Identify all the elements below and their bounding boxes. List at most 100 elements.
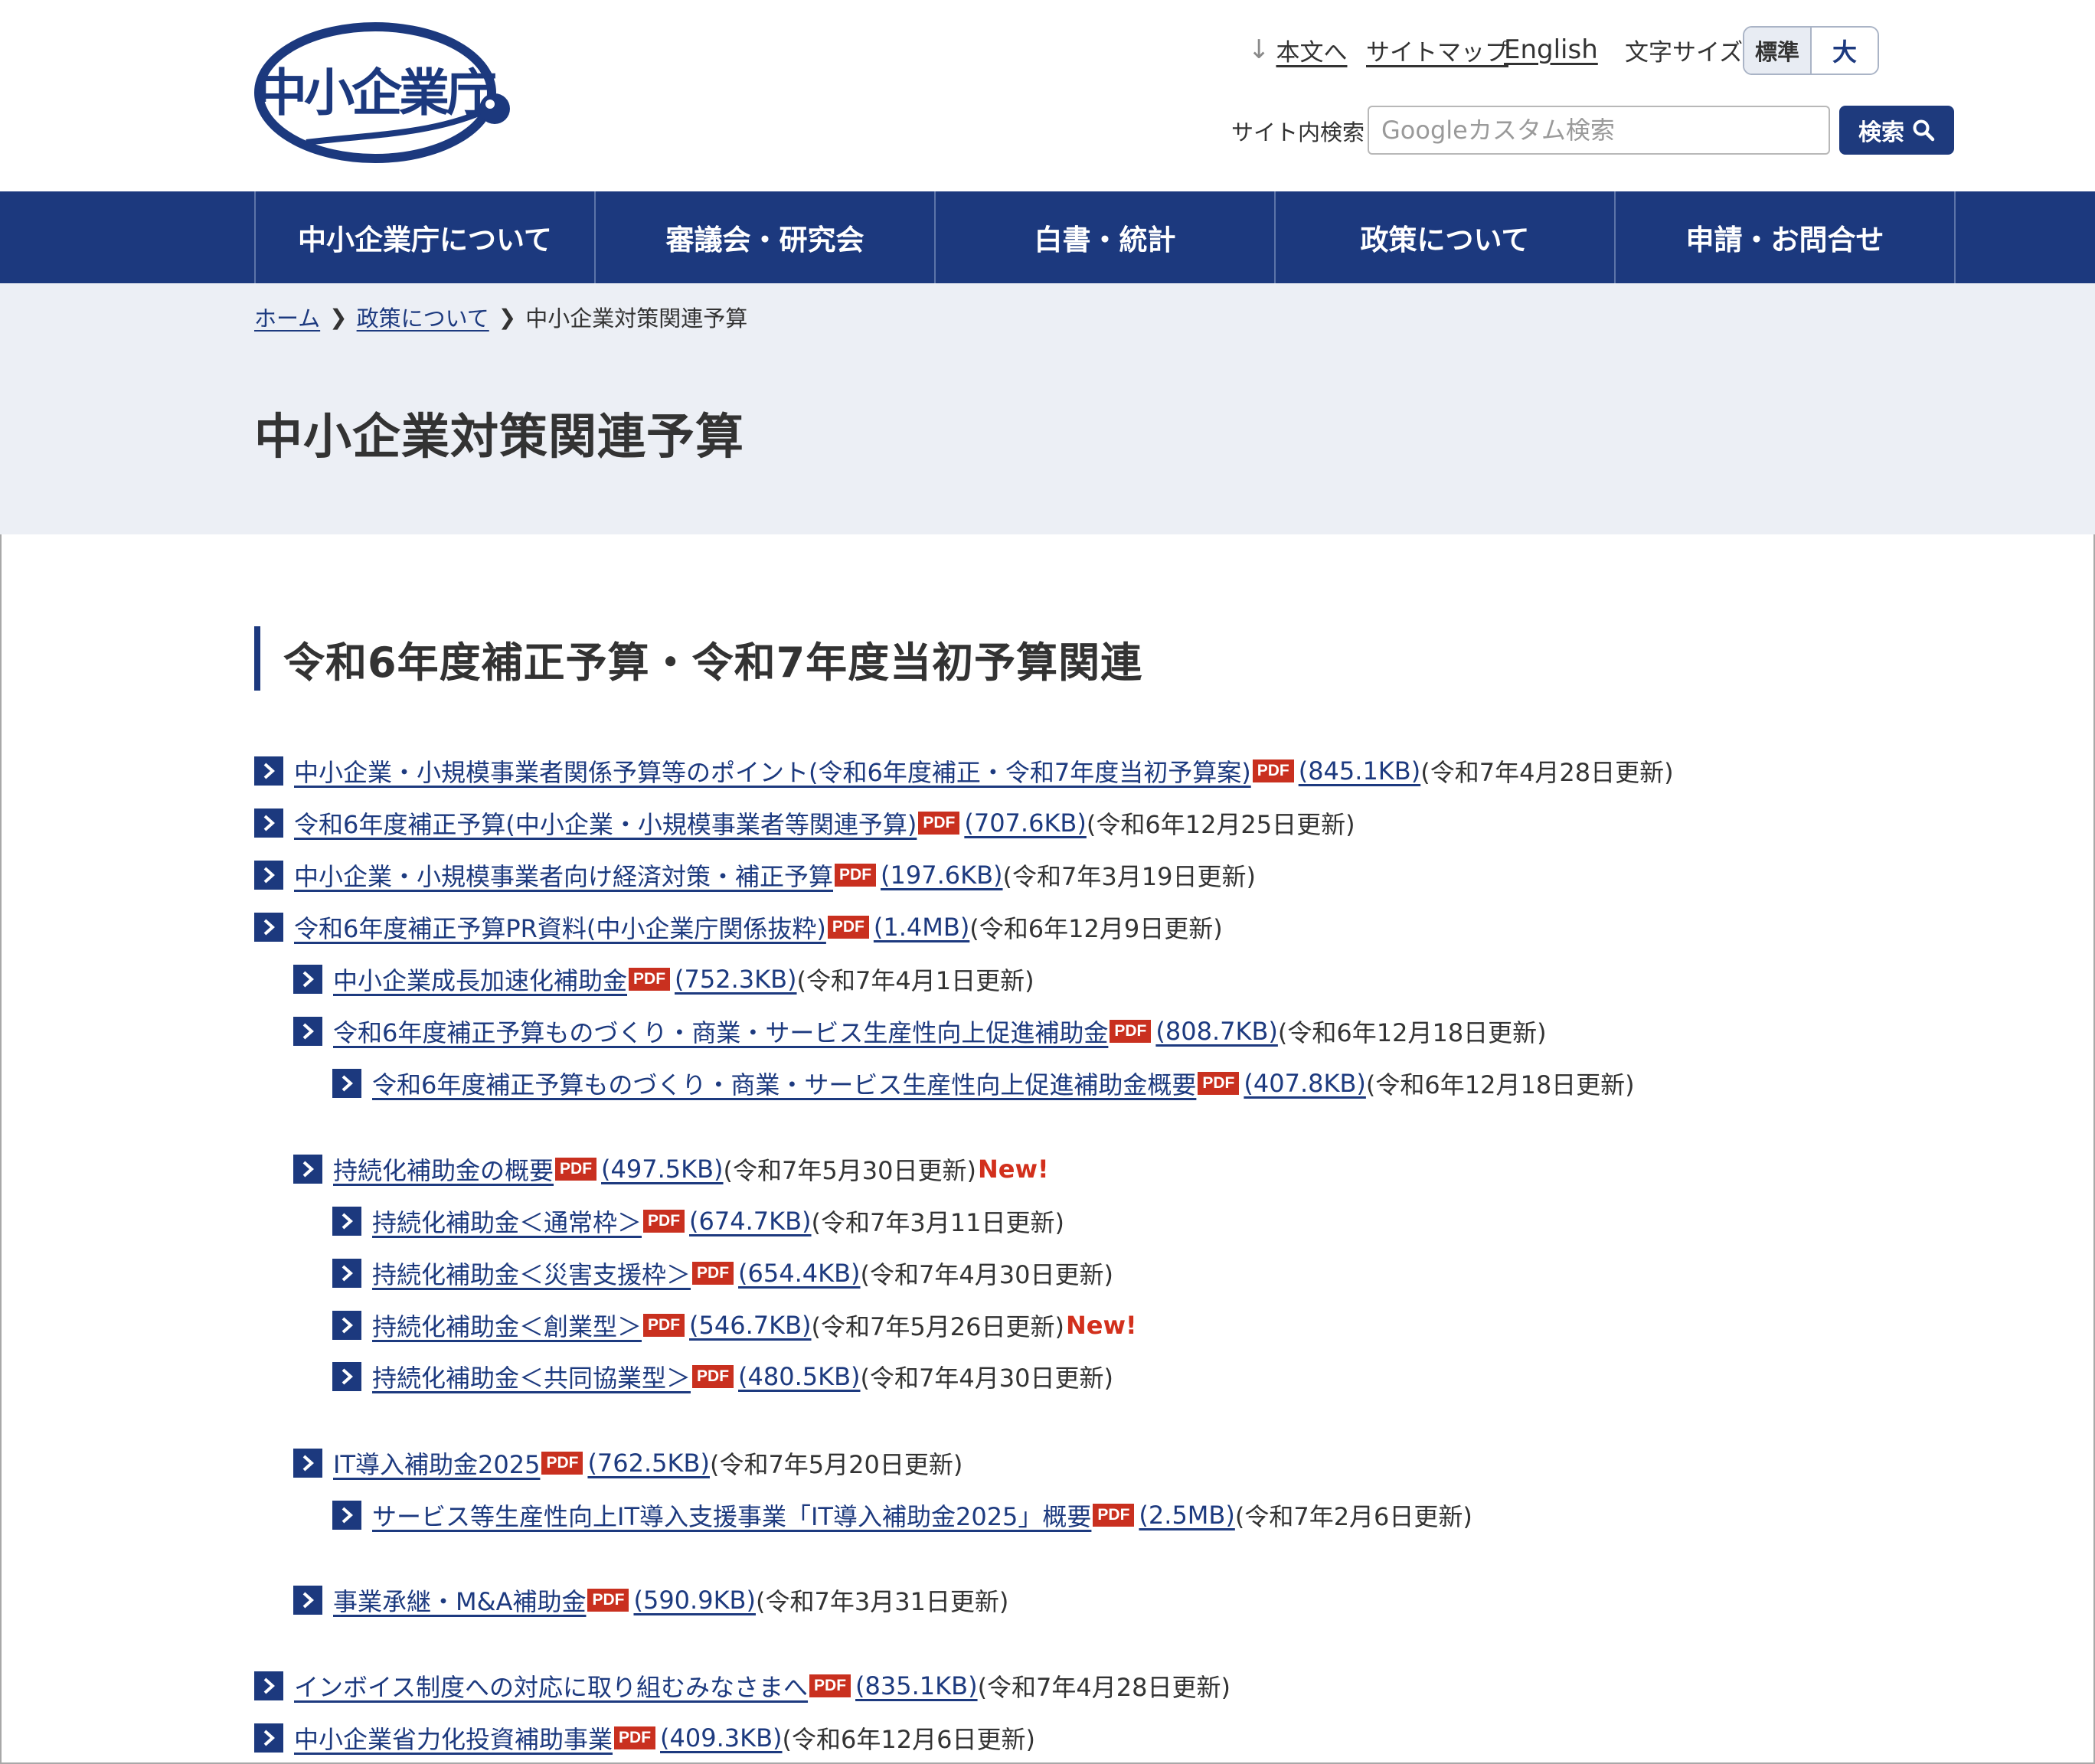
update-date: (令和7年5月26日更新) [811,1312,1064,1341]
chevron-right-icon [254,756,283,786]
update-date: (令和7年4月1日更新) [796,966,1034,995]
file-size[interactable]: (707.6KB) [964,808,1087,838]
chevron-right-icon [254,1723,283,1753]
pdf-icon: PDF [827,916,869,939]
file-size[interactable]: (407.8KB) [1244,1069,1366,1098]
list-item: 持続化補助金の概要 PDF (497.5KB) (令和7年5月30日更新) Ne… [293,1152,1049,1186]
list-item: 持続化補助金＜創業型＞ PDF (546.7KB) (令和7年5月26日更新) … [332,1308,1137,1342]
list-item: 中小企業成長加速化補助金 PDF (752.3KB) (令和7年4月1日更新) [293,962,1034,996]
pdf-icon: PDF [1198,1072,1240,1095]
document-link[interactable]: インボイス制度への対応に取り組むみなさまへ [294,1668,808,1704]
new-badge: New! [1065,1311,1137,1340]
file-size[interactable]: (546.7KB) [689,1311,812,1340]
pdf-icon: PDF [643,1314,685,1337]
chevron-right-icon [332,1362,361,1391]
pdf-icon: PDF [835,864,877,887]
list-item: IT導入補助金2025 PDF (762.5KB) (令和7年5月20日更新) [293,1446,963,1480]
file-size[interactable]: (1.4MB) [874,913,969,942]
pdf-icon: PDF [643,1210,685,1233]
list-item: 令和6年度補正予算PR資料(中小企業庁関係抜粋) PDF (1.4MB) (令和… [254,910,1223,944]
chevron-right-icon [254,913,283,942]
pdf-icon: PDF [555,1158,597,1181]
list-item: 事業承継・M&A補助金 PDF (590.9KB) (令和7年3月31日更新) [293,1583,1008,1617]
pdf-icon: PDF [629,968,671,991]
update-date: (令和7年5月30日更新) [723,1156,976,1185]
pdf-icon: PDF [541,1452,583,1475]
document-link[interactable]: 中小企業省力化投資補助事業 [294,1720,613,1756]
pdf-icon: PDF [1093,1504,1135,1527]
file-size[interactable]: (197.6KB) [881,861,1003,890]
list-item: 中小企業省力化投資補助事業 PDF (409.3KB) (令和6年12月6日更新… [254,1721,1035,1755]
document-link[interactable]: 令和6年度補正予算PR資料(中小企業庁関係抜粋) [294,910,826,945]
chevron-right-icon [332,1311,361,1340]
update-date: (令和6年12月9日更新) [969,914,1223,943]
chevron-right-icon [293,1155,322,1184]
file-size[interactable]: (835.1KB) [855,1671,978,1700]
update-date: (令和7年3月31日更新) [755,1587,1009,1616]
document-link[interactable]: IT導入補助金2025 [333,1446,540,1481]
budget-list: 中小企業・小規模事業者関係予算等のポイント(令和6年度補正・令和7年度当初予算案… [0,0,2095,1764]
pdf-icon: PDF [692,1365,734,1388]
document-link[interactable]: 持続化補助金＜創業型＞ [372,1308,642,1343]
new-badge: New! [977,1155,1049,1184]
chevron-right-icon [332,1259,361,1288]
file-size[interactable]: (762.5KB) [587,1449,710,1478]
file-size[interactable]: (590.9KB) [633,1586,756,1615]
update-date: (令和6年12月6日更新) [782,1725,1035,1754]
update-date: (令和6年12月18日更新) [1365,1070,1635,1099]
chevron-right-icon [293,1017,322,1046]
chevron-right-icon [332,1501,361,1530]
file-size[interactable]: (409.3KB) [660,1723,783,1753]
pdf-icon: PDF [1252,760,1294,782]
update-date: (令和7年4月28日更新) [977,1673,1231,1702]
document-link[interactable]: 持続化補助金＜通常枠＞ [372,1204,642,1239]
file-size[interactable]: (674.7KB) [689,1207,812,1236]
update-date: (令和7年2月6日更新) [1234,1502,1472,1531]
update-date: (令和7年3月11日更新) [811,1208,1064,1237]
file-size[interactable]: (752.3KB) [675,965,797,994]
list-item: 持続化補助金＜通常枠＞ PDF (674.7KB) (令和7年3月11日更新) [332,1204,1064,1238]
pdf-icon: PDF [1110,1020,1152,1043]
document-link[interactable]: 持続化補助金＜災害支援枠＞ [372,1256,691,1291]
update-date: (令和7年4月30日更新) [860,1364,1113,1393]
document-link[interactable]: サービス等生産性向上IT導入支援事業「IT導入補助金2025」概要 [372,1498,1091,1533]
chevron-right-icon [293,965,322,994]
document-link[interactable]: 令和6年度補正予算(中小企業・小規模事業者等関連予算) [294,805,917,841]
pdf-icon: PDF [692,1262,734,1285]
update-date: (令和7年4月28日更新) [1420,758,1674,787]
list-item: 令和6年度補正予算ものづくり・商業・サービス生産性向上促進補助金概要 PDF (… [332,1067,1635,1100]
file-size[interactable]: (497.5KB) [601,1155,724,1184]
list-item: 中小企業・小規模事業者関係予算等のポイント(令和6年度補正・令和7年度当初予算案… [254,754,1674,788]
file-size[interactable]: (480.5KB) [738,1362,861,1391]
document-link[interactable]: 中小企業・小規模事業者関係予算等のポイント(令和6年度補正・令和7年度当初予算案… [294,753,1251,789]
pdf-icon: PDF [918,812,960,835]
chevron-right-icon [332,1207,361,1236]
file-size[interactable]: (654.4KB) [738,1259,861,1288]
document-link[interactable]: 中小企業・小規模事業者向け経済対策・補正予算 [294,858,833,893]
document-link[interactable]: 事業承継・M&A補助金 [333,1583,586,1618]
pdf-icon: PDF [809,1674,851,1697]
update-date: (令和7年3月19日更新) [1002,862,1256,891]
file-size[interactable]: (845.1KB) [1299,756,1421,786]
file-size[interactable]: (808.7KB) [1155,1017,1278,1046]
update-date: (令和7年4月30日更新) [860,1260,1113,1289]
list-item: 中小企業・小規模事業者向け経済対策・補正予算 PDF (197.6KB) (令和… [254,858,1256,892]
pdf-icon: PDF [614,1726,656,1749]
document-link[interactable]: 令和6年度補正予算ものづくり・商業・サービス生産性向上促進補助金 [333,1014,1108,1049]
update-date: (令和6年12月25日更新) [1086,810,1355,839]
list-item: 持続化補助金＜災害支援枠＞ PDF (654.4KB) (令和7年4月30日更新… [332,1256,1113,1290]
document-link[interactable]: 中小企業成長加速化補助金 [333,962,627,997]
chevron-right-icon [332,1069,361,1098]
document-link[interactable]: 令和6年度補正予算ものづくり・商業・サービス生産性向上促進補助金概要 [372,1066,1196,1101]
list-item: サービス等生産性向上IT導入支援事業「IT導入補助金2025」概要 PDF (2… [332,1498,1472,1532]
document-link[interactable]: 持続化補助金＜共同協業型＞ [372,1359,691,1394]
chevron-right-icon [254,1671,283,1700]
chevron-right-icon [254,861,283,890]
chevron-right-icon [254,808,283,838]
chevron-right-icon [293,1449,322,1478]
document-link[interactable]: 持続化補助金の概要 [333,1152,554,1187]
update-date: (令和7年5月20日更新) [709,1450,963,1479]
update-date: (令和6年12月18日更新) [1277,1018,1547,1047]
file-size[interactable]: (2.5MB) [1139,1501,1234,1530]
chevron-right-icon [293,1586,322,1615]
